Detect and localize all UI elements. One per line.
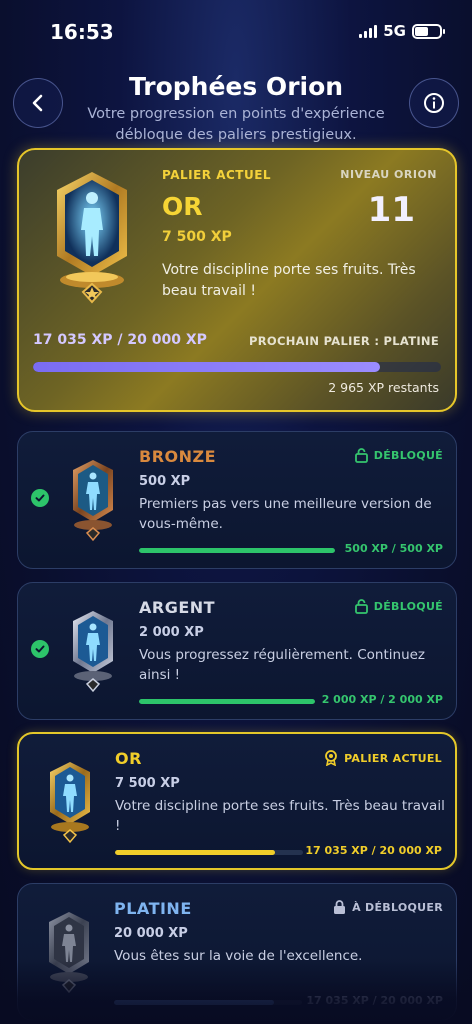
tier-xp: 500 XP <box>139 474 191 489</box>
tier-name: PLATINE <box>114 899 192 918</box>
current-tier-description: Votre discipline porte ses fruits. Très … <box>162 262 416 299</box>
page-subtitle: Votre progression en points d'expérience… <box>87 106 385 143</box>
tier-progress-bar <box>114 1000 302 1005</box>
medal-icon <box>325 750 337 766</box>
tier-xp: 2 000 XP <box>139 625 204 640</box>
xp-remaining: 2 965 XP restants <box>328 380 439 395</box>
tier-status-badge: DÉBLOQUÉ <box>354 448 443 463</box>
tier-status-badge: À DÉBLOQUER <box>333 900 443 915</box>
bronze-trophy-icon <box>68 458 118 542</box>
tier-card-or[interactable]: OR 7 500 XP Votre discipline porte ses f… <box>17 732 457 870</box>
lock-icon <box>334 900 346 914</box>
tier-name: OR <box>115 749 142 768</box>
info-icon <box>424 93 444 113</box>
tier-description: Premiers pas vers une meilleure version … <box>139 496 432 532</box>
tier-card-platine[interactable]: PLATINE 20 000 XP Vous êtes sur la voie … <box>17 883 457 1021</box>
tier-status-badge: PALIER ACTUEL <box>324 750 442 766</box>
tier-status-label: À DÉBLOQUER <box>352 901 443 914</box>
tier-progress-bar <box>139 699 315 704</box>
network-label: 5G <box>383 22 406 40</box>
level-value: 11 <box>367 190 415 230</box>
info-button[interactable] <box>409 78 459 128</box>
tier-description: Vous progressez régulièrement. Continuez… <box>139 647 426 683</box>
gold-trophy-icon <box>47 168 137 308</box>
xp-progress-bar <box>33 362 441 372</box>
tier-name: BRONZE <box>139 447 217 466</box>
unlock-icon <box>354 599 368 614</box>
tier-status-label: DÉBLOQUÉ <box>373 449 443 462</box>
tier-xp: 20 000 XP <box>114 926 188 941</box>
tier-progress-text: 500 XP / 500 XP <box>344 542 443 555</box>
current-tier-card[interactable]: PALIER ACTUEL OR 7 500 XP Votre discipli… <box>17 148 457 412</box>
tier-progress-text: 17 035 XP / 20 000 XP <box>306 994 443 1007</box>
current-tier-name: OR <box>162 192 203 221</box>
tier-progress-text: 17 035 XP / 20 000 XP <box>305 844 442 857</box>
battery-icon <box>412 23 445 39</box>
unlock-icon <box>354 448 368 463</box>
signal-icon <box>359 24 378 38</box>
check-circle-icon <box>31 489 49 507</box>
tier-card-argent[interactable]: ARGENT 2 000 XP Vous progressez régulièr… <box>17 582 457 720</box>
tier-progress-text: 2 000 XP / 2 000 XP <box>321 693 443 706</box>
next-tier-label: PROCHAIN PALIER : PLATINE <box>249 334 439 348</box>
tier-status-label: PALIER ACTUEL <box>344 751 442 765</box>
level-label: NIVEAU ORION <box>340 168 437 181</box>
tier-card-bronze[interactable]: BRONZE 500 XP Premiers pas vers une meil… <box>17 431 457 569</box>
status-icons: 5G <box>359 22 445 40</box>
tier-description: Vous êtes sur la voie de l'excellence. <box>114 948 363 964</box>
tier-description: Votre discipline porte ses fruits. Très … <box>115 798 445 834</box>
current-tier-xp: 7 500 XP <box>162 229 232 245</box>
xp-progress-text: 17 035 XP / 20 000 XP <box>33 332 207 348</box>
silver-trophy-icon <box>68 609 118 693</box>
tier-progress-bar <box>139 548 335 553</box>
check-circle-icon <box>31 640 49 658</box>
tier-progress-bar <box>115 850 303 855</box>
tier-xp: 7 500 XP <box>115 776 180 791</box>
platinum-trophy-icon <box>44 910 94 994</box>
tier-name: ARGENT <box>139 598 216 617</box>
page-title: Trophées Orion <box>128 72 344 101</box>
tier-status-label: DÉBLOQUÉ <box>373 600 443 613</box>
status-bar: 16:53 5G <box>0 0 472 64</box>
current-tier-label: PALIER ACTUEL <box>162 168 272 182</box>
gold-trophy-icon <box>45 760 95 844</box>
status-time: 16:53 <box>50 20 114 44</box>
tier-status-badge: DÉBLOQUÉ <box>354 599 443 614</box>
xp-progress-fill <box>33 362 380 372</box>
